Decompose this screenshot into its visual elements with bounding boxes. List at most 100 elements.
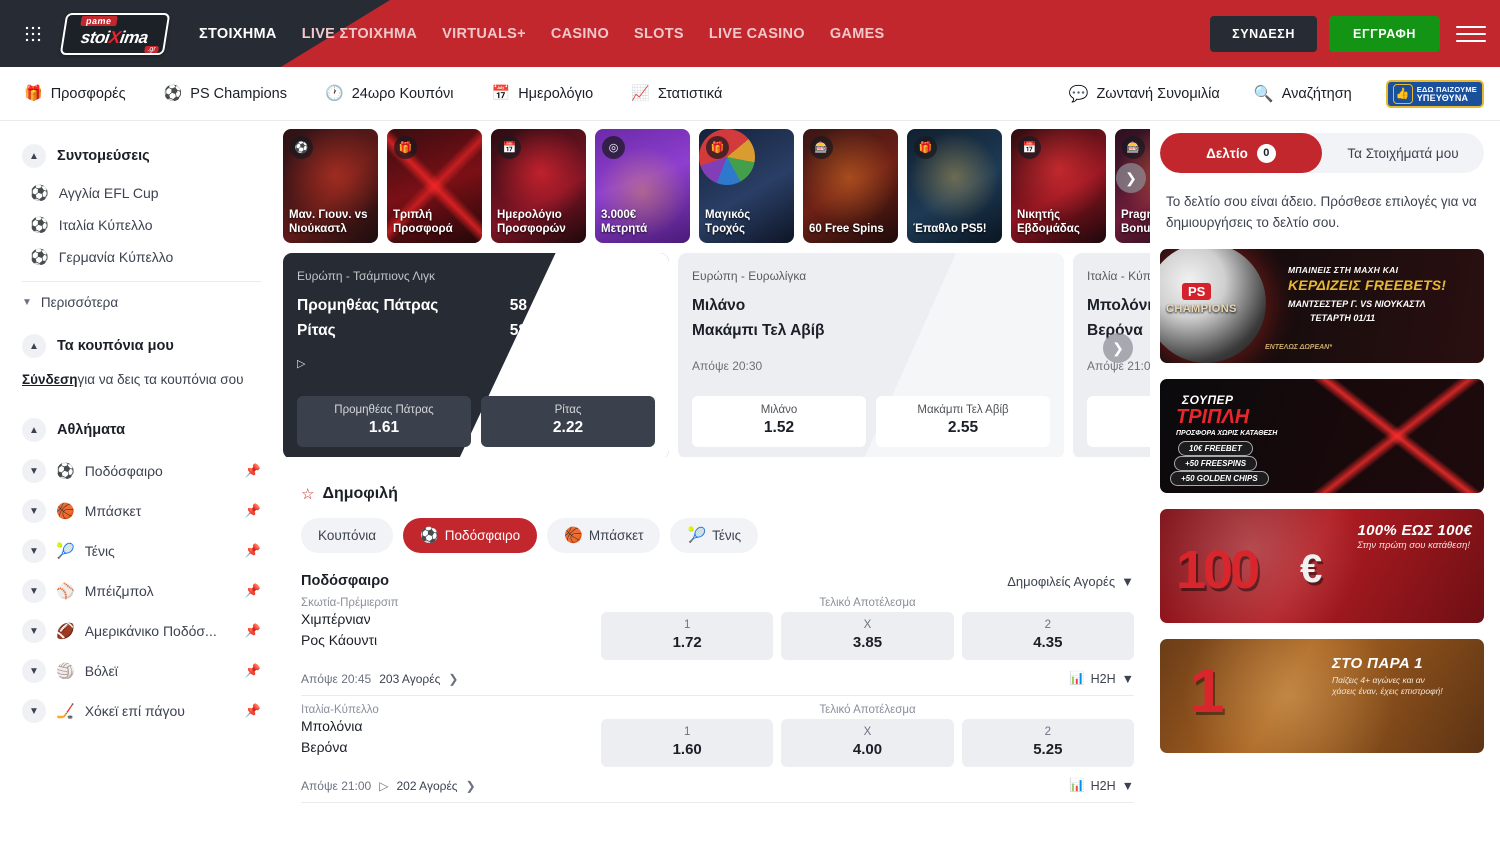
sidebar-sport-american-football[interactable]: ▼ 🏈 Αμερικάνικο Ποδόσ... 📌 (0, 611, 283, 651)
promo-banner-ps-champions[interactable]: PS CHAMPIONS ΜΠΑΙΝΕΙΣ ΣΤΗ ΜΑΧΗ ΚΑΙ ΚΕΡΔΙ… (1160, 249, 1484, 363)
tab-betslip[interactable]: Δελτίο 0 (1160, 133, 1322, 173)
featured-match-card[interactable]: Ευρώπη - Τσάμπιονς Λιγκ Προμηθέας Πάτρας… (283, 253, 669, 457)
pin-icon[interactable]: 📌 (245, 623, 261, 639)
banner-line1: ΣΟΥΠΕΡ (1182, 393, 1234, 407)
nav-item-slots[interactable]: SLOTS (634, 26, 684, 42)
live-chat-button[interactable]: 💬 Ζωντανή Συνομιλία (1069, 84, 1220, 104)
tab-tennis[interactable]: 🎾 Τένις (670, 518, 758, 553)
sidebar-sport-label: Μπέιζμπολ (85, 583, 235, 599)
promo-banner-sto-para-1[interactable]: 1 ΣΤΟ ΠΑΡΑ 1 Παίζεις 4+ αγώνες και αν χά… (1160, 639, 1484, 753)
odd-button-1[interactable]: 1 1.72 (601, 612, 773, 660)
tab-basketball[interactable]: 🏀 Μπάσκετ (547, 518, 660, 553)
promo-card[interactable]: ⚽ Μαν. Γιουν. vs Νιούκαστλ (283, 129, 378, 243)
live-stream-icon[interactable]: ▷️ (297, 357, 655, 370)
promo-card[interactable]: 🎁 Τριπλή Προσφορά (387, 129, 482, 243)
promo-banner-super-tripli[interactable]: ΣΟΥΠΕΡ ΤΡΙΠΛΗ ΠΡΟΣΦΟΡΑ ΧΩΡΙΣ ΚΑΤΑΘΕΣΗ 10… (1160, 379, 1484, 493)
promo-card[interactable]: 📅 Ημερολόγιο Προσφορών (491, 129, 586, 243)
sidebar-section-shortcuts[interactable]: ▲ Συντομεύσεις (0, 135, 283, 177)
promo-banner-deposit-bonus[interactable]: 100 € 100% ΕΩΣ 100€ Στην πρώτη σου κατάθ… (1160, 509, 1484, 623)
subnav-item-prosfores[interactable]: 🎁 Προσφορές (24, 86, 126, 102)
promo-card[interactable]: 🎰 60 Free Spins (803, 129, 898, 243)
odd-button-2[interactable]: 2 5.25 (962, 719, 1134, 767)
chevron-down-icon[interactable]: ▼ (22, 659, 46, 683)
sidebar-sport-tennis[interactable]: ▼ 🎾 Τένις 📌 (0, 531, 283, 571)
sidebar-item-germany-cup[interactable]: ⚽ Γερμανία Κύπελλο (0, 241, 283, 273)
american-football-icon: 🏈 (56, 624, 75, 639)
featured-matches-next-button[interactable]: ❯ (1103, 333, 1133, 363)
promo-badge-icon: 🎰 (810, 136, 833, 159)
sidebar-sport-football[interactable]: ▼ ⚽ Ποδόσφαιρο 📌 (0, 451, 283, 491)
hamburger-menu-icon[interactable] (1456, 22, 1486, 46)
sidebar-item-efl-cup[interactable]: ⚽ Αγγλία EFL Cup (0, 177, 283, 209)
tab-my-bets[interactable]: Τα Στοιχήματά μου (1322, 133, 1484, 173)
pin-icon[interactable]: 📌 (245, 503, 261, 519)
featured-odd-button[interactable]: 1 1.6 (1087, 396, 1150, 447)
nav-item-virtuals[interactable]: VIRTUALS+ (442, 26, 526, 42)
tab-football[interactable]: ⚽ Ποδόσφαιρο (403, 518, 537, 553)
h2h-button[interactable]: 📊 H2H ▼ (1069, 778, 1134, 793)
apps-grid-icon[interactable] (10, 25, 56, 43)
tab-koupunia[interactable]: Κουπόνια (301, 518, 393, 553)
promo-carousel-next-button[interactable]: ❯ (1116, 163, 1146, 193)
search-button[interactable]: 🔍 Αναζήτηση (1254, 84, 1352, 104)
sidebar-more-button[interactable]: ▼ Περισσότερα (0, 290, 283, 315)
chevron-down-icon[interactable]: ▼ (22, 539, 46, 563)
sidebar-login-link[interactable]: Σύνδεση (22, 372, 78, 387)
sidebar-sport-basketball[interactable]: ▼ 🏀 Μπάσκετ 📌 (0, 491, 283, 531)
pin-icon[interactable]: 📌 (245, 703, 261, 719)
sidebar-sport-volleyball[interactable]: ▼ 🏐 Βόλεϊ 📌 (0, 651, 283, 691)
pin-icon[interactable]: 📌 (245, 663, 261, 679)
featured-odd-button[interactable]: Μιλάνο 1.52 (692, 396, 866, 447)
pin-icon[interactable]: 📌 (245, 543, 261, 559)
chevron-down-icon[interactable]: ▼ (22, 499, 46, 523)
nav-item-games[interactable]: GAMES (830, 26, 885, 42)
promo-card[interactable]: 📅 Νικητής Εβδομάδας (1011, 129, 1106, 243)
odd-button-2[interactable]: 2 4.35 (962, 612, 1134, 660)
banner-line1: ΣΤΟ ΠΑΡΑ 1 (1332, 655, 1423, 672)
live-stream-icon[interactable]: ▷️ (379, 779, 388, 793)
nav-item-stoixima[interactable]: ΣΤΟΙΧΗΜΑ (199, 26, 277, 42)
pin-icon[interactable]: 📌 (245, 463, 261, 479)
sidebar-section-my-coupons[interactable]: ▲ Τα κουπόνια μου (0, 325, 283, 367)
register-button[interactable]: ΕΓΓΡΑΦΗ (1329, 16, 1440, 52)
match-markets-count[interactable]: 202 Αγορές (396, 779, 457, 793)
featured-odd-button[interactable]: Ρίτας 2.22 (481, 396, 655, 447)
nav-item-casino[interactable]: CASINO (551, 26, 609, 42)
h2h-button[interactable]: 📊 H2H ▼ (1069, 671, 1134, 686)
promo-card[interactable]: ◎ 3.000€ Μετρητά (595, 129, 690, 243)
featured-odd-button[interactable]: Προμηθέας Πάτρας 1.61 (297, 396, 471, 447)
responsible-gaming-badge[interactable]: 👍 ΕΔΩ ΠΑΙΖΟΥΜΕ ΥΠΕΥΘΥΝΑ (1386, 80, 1484, 108)
page-root: pame stoiXima .gr ΣΤΟΙΧΗΜΑ LIVE ΣΤΟΙΧΗΜΑ… (0, 0, 1500, 844)
promo-card[interactable]: 🎁 Μαγικός Τροχός (699, 129, 794, 243)
site-logo[interactable]: pame stoiXima .gr (61, 11, 169, 57)
chevron-down-icon[interactable]: ▼ (22, 579, 46, 603)
subnav-item-24hour-coupon[interactable]: 🕐 24ωρο Κουπόνι (325, 86, 454, 102)
odd-button-x[interactable]: X 3.85 (781, 612, 953, 660)
sidebar-sport-ice-hockey[interactable]: ▼ 🏒 Χόκεϊ επί πάγου 📌 (0, 691, 283, 731)
subnav-item-ps-champions[interactable]: ⚽ PS Champions (164, 86, 287, 102)
login-button[interactable]: ΣΥΝΔΕΣΗ (1210, 16, 1317, 52)
sidebar-sport-baseball[interactable]: ▼ ⚾ Μπέιζμπολ 📌 (0, 571, 283, 611)
featured-match-card[interactable]: Ευρώπη - Ευρωλίγκα Μιλάνο Μακάμπι Τελ Αβ… (678, 253, 1064, 457)
nav-item-live-stoixima[interactable]: LIVE ΣΤΟΙΧΗΜΑ (302, 26, 417, 42)
markets-dropdown[interactable]: Δημοφιλείς Αγορές▼ (1007, 574, 1134, 589)
match-markets-count[interactable]: 203 Αγορές (379, 672, 440, 686)
featured-league: Ευρώπη - Ευρωλίγκα (692, 269, 1050, 283)
promo-card[interactable]: 🎁 Έπαθλο PS5! (907, 129, 1002, 243)
chevron-down-icon[interactable]: ▼ (22, 619, 46, 643)
sidebar-item-italy-cup[interactable]: ⚽ Ιταλία Κύπελλο (0, 209, 283, 241)
featured-odd-button[interactable]: Μακάμπι Τελ Αβίβ 2.55 (876, 396, 1050, 447)
chevron-down-icon[interactable]: ▼ (22, 459, 46, 483)
nav-item-live-casino[interactable]: LIVE CASINO (709, 26, 805, 42)
pin-icon[interactable]: 📌 (245, 583, 261, 599)
chevron-down-icon[interactable]: ▼ (22, 699, 46, 723)
betslip-empty-message: Το δελτίο σου είναι άδειο. Πρόσθεσε επιλ… (1160, 173, 1484, 233)
chevron-right-icon[interactable]: ❯ (466, 779, 476, 793)
secondary-nav: 🎁 Προσφορές ⚽ PS Champions 🕐 24ωρο Κουπό… (0, 67, 1500, 121)
odd-button-x[interactable]: X 4.00 (781, 719, 953, 767)
subnav-item-statistics[interactable]: 📈 Στατιστικά (631, 86, 722, 102)
odd-button-1[interactable]: 1 1.60 (601, 719, 773, 767)
sidebar-section-sports[interactable]: ▲ Αθλήματα (0, 409, 283, 451)
chevron-right-icon[interactable]: ❯ (448, 672, 458, 686)
subnav-item-calendar[interactable]: 📅 Ημερολόγιο (492, 86, 594, 102)
